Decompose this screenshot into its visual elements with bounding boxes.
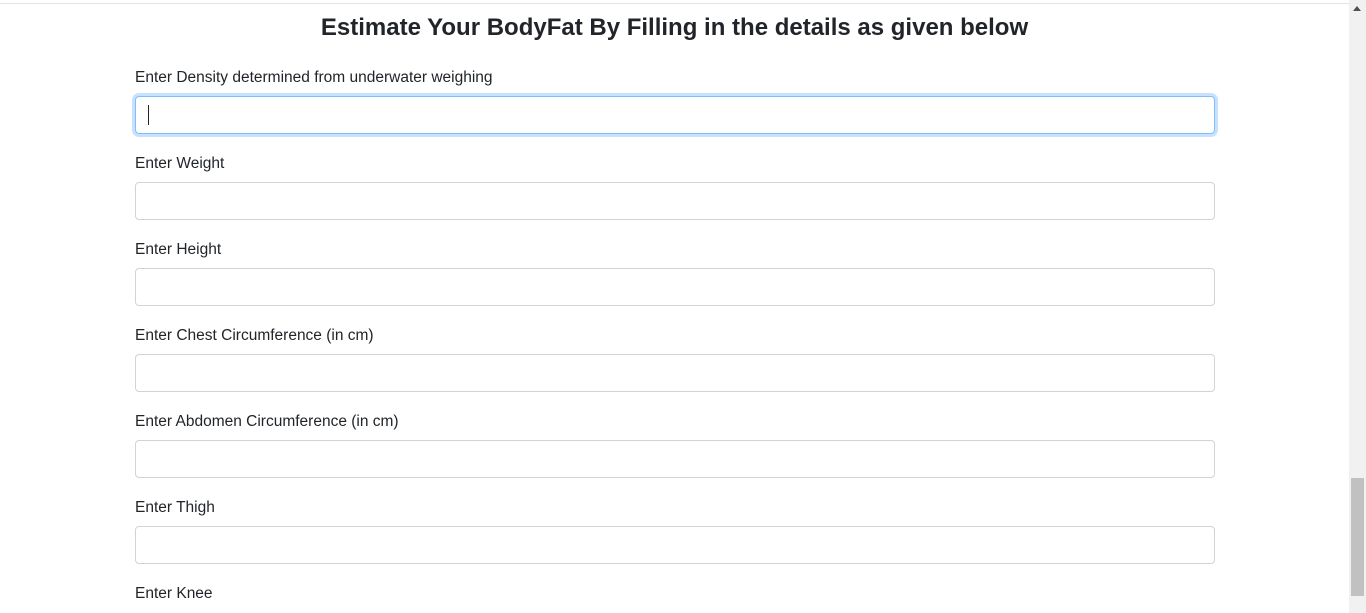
height-input[interactable] bbox=[135, 268, 1215, 306]
scroll-up-arrow-icon[interactable] bbox=[1349, 0, 1366, 17]
field-knee: Enter Knee bbox=[135, 584, 1215, 604]
density-label: Enter Density determined from underwater… bbox=[135, 69, 493, 86]
field-height: Enter Height bbox=[135, 240, 1215, 306]
field-abdomen: Enter Abdomen Circumference (in cm) bbox=[135, 412, 1215, 478]
field-chest: Enter Chest Circumference (in cm) bbox=[135, 326, 1215, 392]
density-input[interactable] bbox=[135, 96, 1215, 134]
top-divider bbox=[0, 3, 1349, 4]
scrollbar-thumb[interactable] bbox=[1351, 478, 1364, 596]
page: Estimate Your BodyFat By Filling in the … bbox=[0, 0, 1366, 613]
thigh-input[interactable] bbox=[135, 526, 1215, 564]
chest-input[interactable] bbox=[135, 354, 1215, 392]
field-thigh: Enter Thigh bbox=[135, 498, 1215, 564]
text-caret bbox=[148, 105, 149, 125]
page-title: Estimate Your BodyFat By Filling in the … bbox=[320, 14, 1029, 41]
vertical-scrollbar[interactable] bbox=[1349, 0, 1366, 613]
chest-label: Enter Chest Circumference (in cm) bbox=[135, 327, 374, 344]
abdomen-label: Enter Abdomen Circumference (in cm) bbox=[135, 413, 399, 430]
field-weight: Enter Weight bbox=[135, 154, 1215, 220]
abdomen-input[interactable] bbox=[135, 440, 1215, 478]
weight-label: Enter Weight bbox=[135, 155, 225, 172]
height-label: Enter Height bbox=[135, 241, 222, 258]
field-density: Enter Density determined from underwater… bbox=[135, 68, 1215, 134]
weight-input[interactable] bbox=[135, 182, 1215, 220]
knee-label: Enter Knee bbox=[135, 585, 213, 602]
thigh-label: Enter Thigh bbox=[135, 499, 215, 516]
